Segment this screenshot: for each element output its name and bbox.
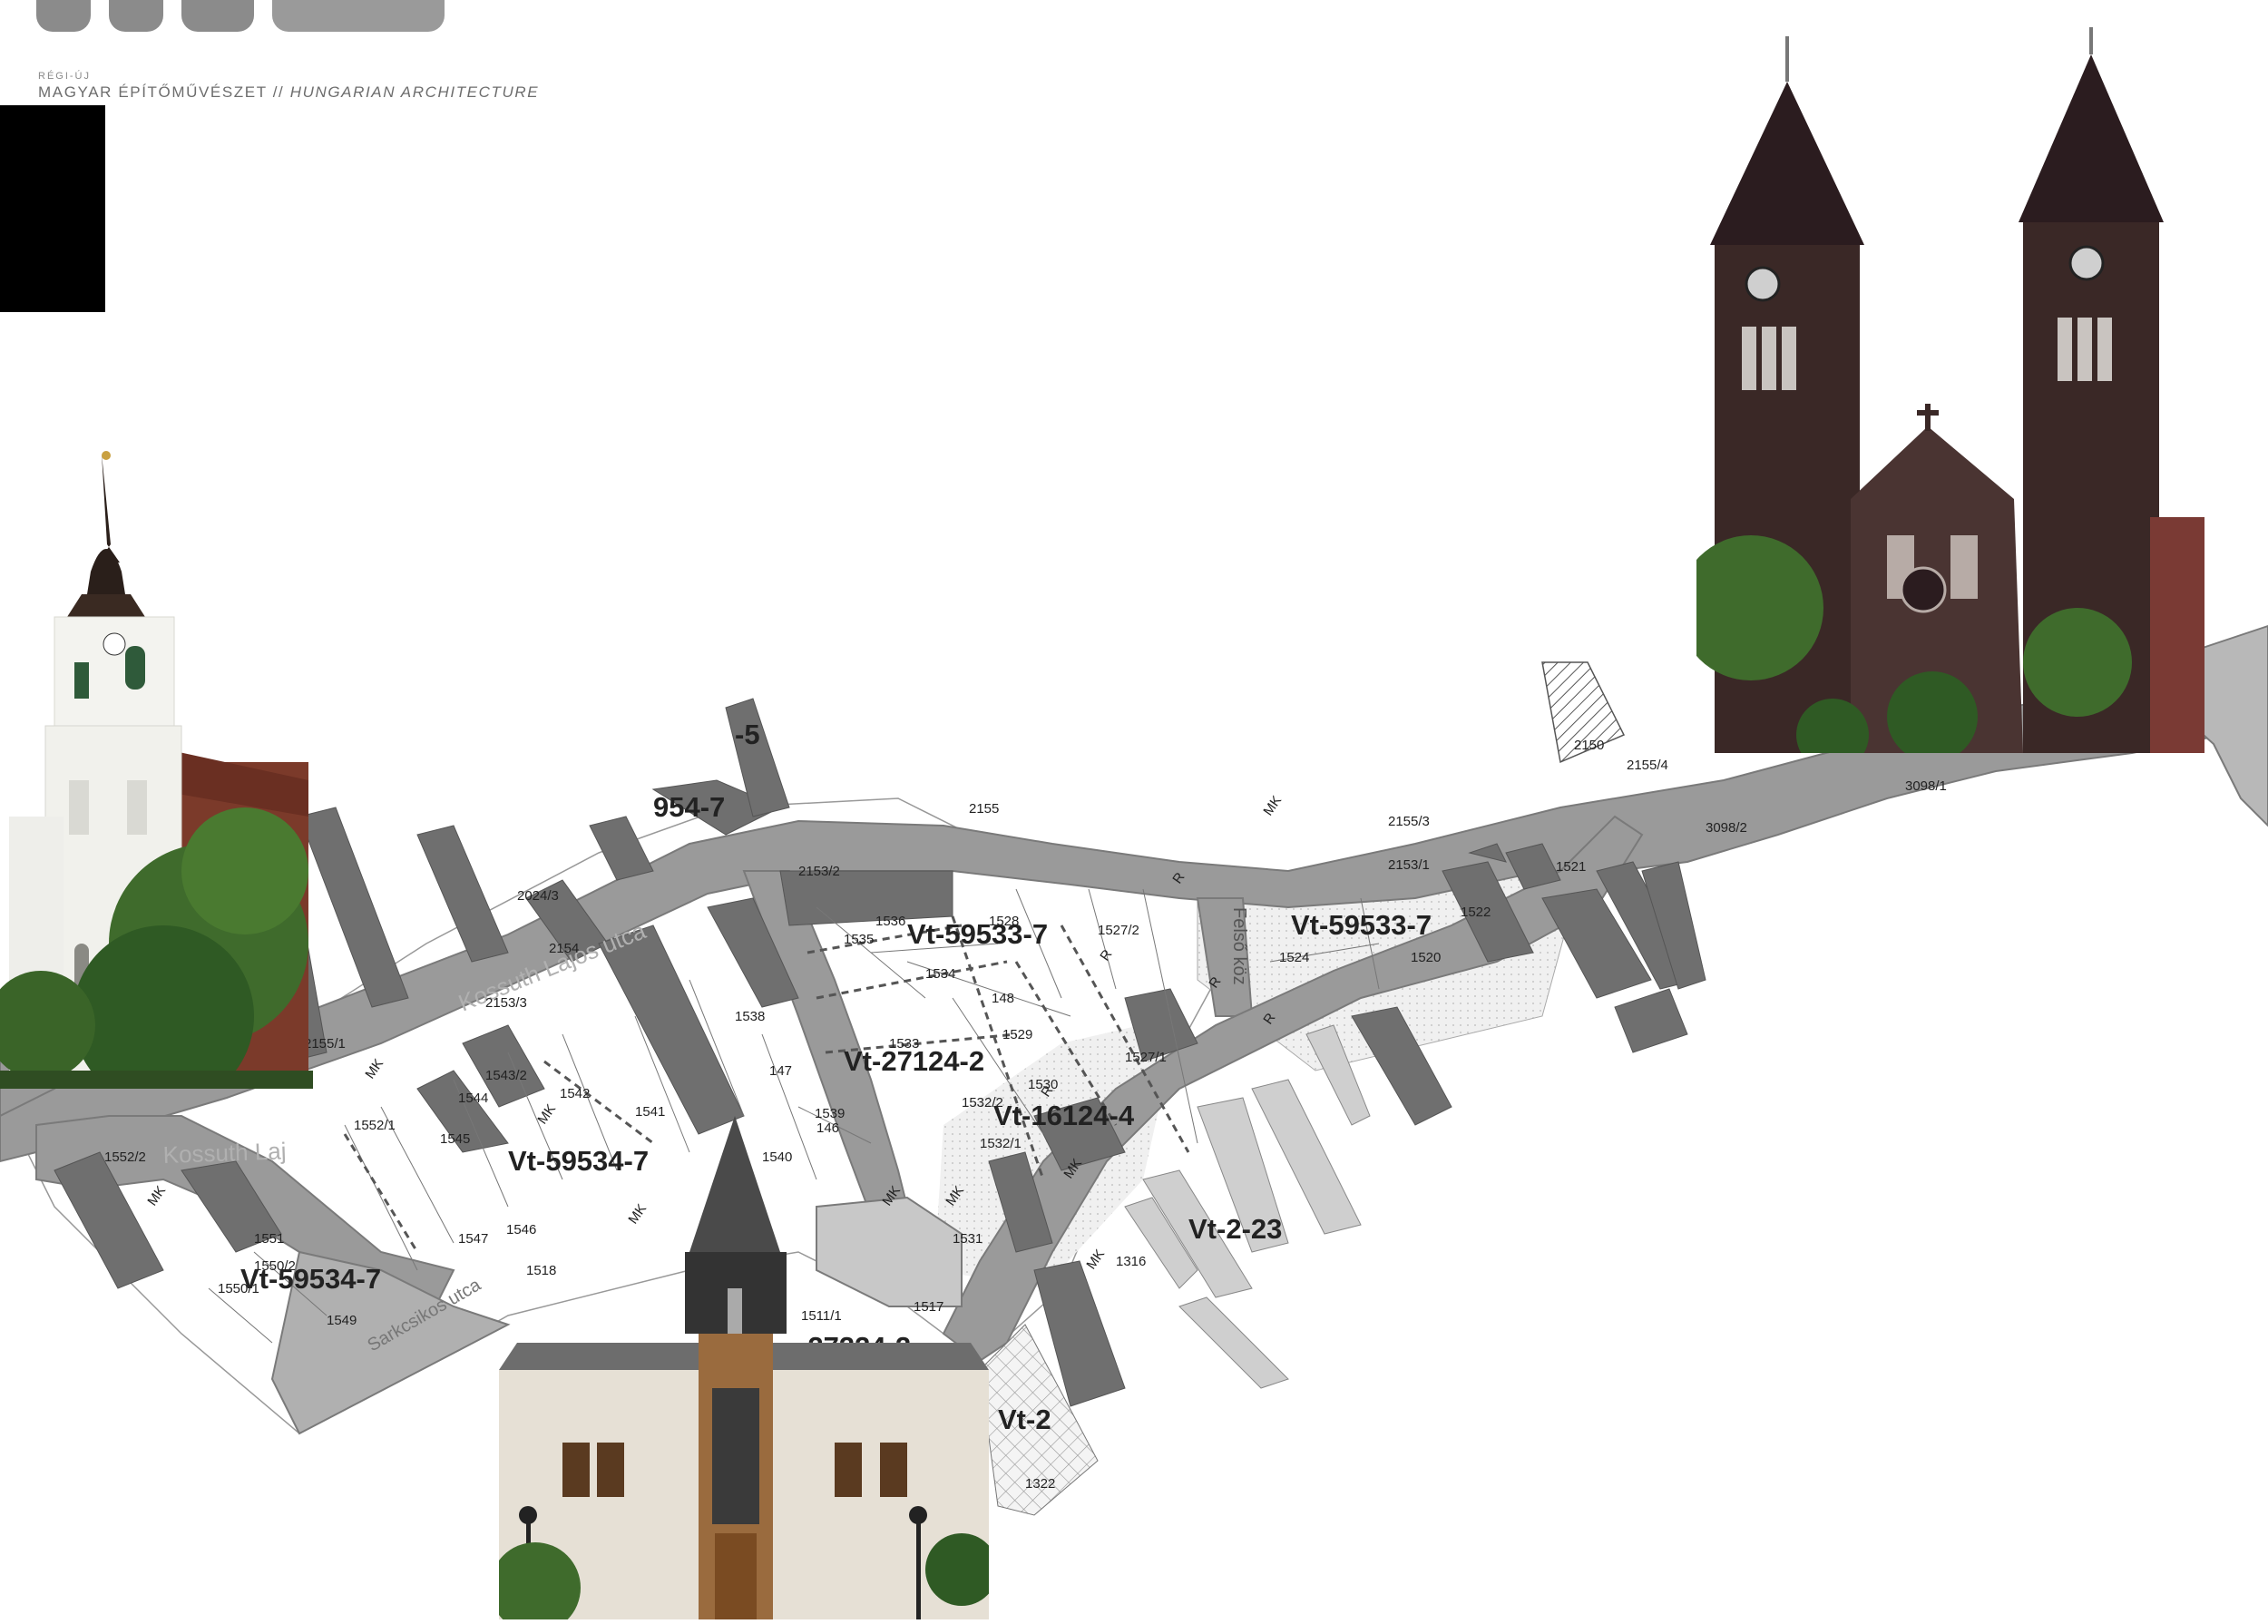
parcel-number: 1544 bbox=[458, 1091, 488, 1106]
parcel-number: 1521 bbox=[1556, 859, 1586, 875]
annotation-marker: MK bbox=[1260, 793, 1285, 818]
parcel-number: 1533 bbox=[889, 1036, 919, 1052]
baroque-church-tower-icon bbox=[0, 451, 313, 1089]
twin-spire-brick-church-icon bbox=[1696, 27, 2204, 753]
parcel-number: 2024/3 bbox=[517, 888, 559, 904]
parcel-number: 147 bbox=[769, 1063, 792, 1079]
parcel-number: 2153/2 bbox=[798, 864, 840, 879]
zone-label: -5 bbox=[735, 719, 760, 750]
parcel-number: 1527/1 bbox=[1125, 1050, 1167, 1065]
parcel-number: 1536 bbox=[875, 914, 905, 929]
parcel-number: 1528 bbox=[989, 914, 1019, 929]
parcel-number: 3098/2 bbox=[1706, 820, 1747, 836]
parcel-number: 2155/4 bbox=[1627, 758, 1668, 773]
modern-chapel-icon bbox=[499, 1116, 989, 1619]
zone-label: Vt-2-23 bbox=[1188, 1213, 1282, 1245]
annotation-marker: MK bbox=[1083, 1247, 1108, 1272]
parcel-number: 1522 bbox=[1461, 905, 1491, 920]
parcel-number: 1524 bbox=[1279, 950, 1309, 965]
parcel-number: 2155 bbox=[969, 801, 999, 817]
parcel-number: 2155/3 bbox=[1388, 814, 1430, 829]
parcel-number: 1532/2 bbox=[962, 1095, 1003, 1110]
parcel-number: 1552/2 bbox=[104, 1150, 146, 1165]
parcel-number: 1549 bbox=[327, 1313, 357, 1328]
parcel-number: 2154 bbox=[549, 941, 579, 956]
parcel-number: 1542 bbox=[560, 1086, 590, 1101]
zone-label: Vt-59533-7 bbox=[907, 918, 1048, 950]
parcel-number: 1545 bbox=[440, 1131, 470, 1147]
zone-label: Vt-2 bbox=[998, 1404, 1051, 1435]
parcel-number: 148 bbox=[992, 991, 1014, 1006]
parcel-number: 1527/2 bbox=[1098, 923, 1139, 938]
street-label: Kossuth Laj bbox=[162, 1137, 287, 1169]
parcel-number: 1535 bbox=[844, 932, 874, 947]
parcel-number: 2153/3 bbox=[485, 995, 527, 1011]
parcel-number: 1550/2 bbox=[254, 1258, 296, 1274]
parcel-number: 1543/2 bbox=[485, 1068, 527, 1083]
zone-label: Vt-16124-4 bbox=[993, 1100, 1135, 1131]
parcel-number: 1551 bbox=[254, 1231, 284, 1247]
parcel-number: 1316 bbox=[1116, 1254, 1146, 1269]
parcel-number: 1520 bbox=[1411, 950, 1441, 965]
street-label: Felső köz bbox=[1229, 907, 1249, 985]
parcel-number: 1552/1 bbox=[354, 1118, 396, 1133]
parcel-number: 2153/1 bbox=[1388, 857, 1430, 873]
zone-label: 954-7 bbox=[653, 791, 725, 823]
parcel-number: 2150 bbox=[1574, 738, 1604, 753]
parcel-number: 1534 bbox=[925, 966, 955, 982]
parcel-number: 1538 bbox=[735, 1009, 765, 1024]
parcel-number: 1529 bbox=[1002, 1027, 1032, 1042]
parcel-number: 1547 bbox=[458, 1231, 488, 1247]
zone-label: Vt-59533-7 bbox=[1291, 909, 1432, 941]
parcel-number: 1550/1 bbox=[218, 1281, 259, 1296]
parcel-number: 3098/1 bbox=[1905, 778, 1947, 794]
parcel-number: 1322 bbox=[1025, 1476, 1055, 1492]
